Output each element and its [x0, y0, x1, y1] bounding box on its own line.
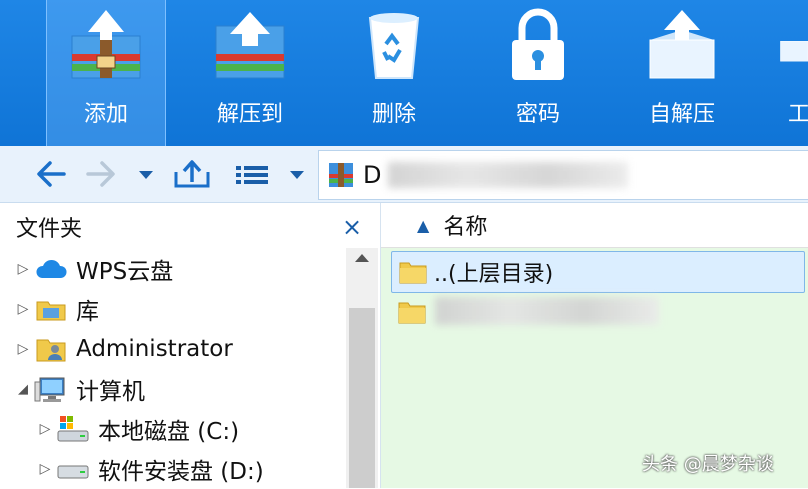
library-icon — [36, 301, 66, 321]
tools-button-label: 工 — [788, 102, 808, 127]
expand-arrow-icon[interactable]: ▷ — [34, 421, 56, 437]
folder-panel-header: 文件夹 × — [0, 203, 380, 251]
recycle-bin-icon — [368, 13, 420, 79]
computer-icon — [34, 377, 65, 402]
tools-button[interactable]: 工 — [770, 0, 808, 146]
user-folder-icon — [36, 339, 66, 362]
drive-icon — [57, 465, 89, 479]
tree-item-label: 本地磁盘 (C:) — [98, 419, 240, 445]
history-dropdown-icon[interactable] — [136, 158, 156, 190]
sort-ascending-icon: ▲ — [417, 215, 430, 235]
cloud-icon — [36, 259, 67, 278]
column-header-name[interactable]: ▲ 名称 — [381, 203, 808, 248]
collapse-arrow-icon[interactable]: ◢ — [12, 382, 34, 397]
redacted-filename — [435, 297, 659, 325]
extract-to-button-label: 解压到 — [216, 102, 283, 127]
toolbar: 添加 解压到 删除 密码 自解压 工 — [0, 0, 808, 146]
tree-item-computer[interactable]: ◢ 计算机 — [12, 369, 145, 409]
self-extract-button-label: 自解压 — [648, 102, 715, 127]
expand-arrow-icon[interactable]: ▷ — [34, 461, 56, 477]
address-path: D — [363, 161, 382, 189]
tools-icon — [780, 41, 808, 62]
folder-panel-scrollbar[interactable] — [346, 248, 378, 488]
tree-item-label: WPS云盘 — [76, 259, 174, 285]
file-list: ▲ 名称 ..(上层目录) — [381, 203, 808, 488]
tree-item-library[interactable]: ▷ 库 — [12, 289, 99, 329]
forward-arrow-icon[interactable] — [84, 158, 118, 190]
tree-item-wps-cloud[interactable]: ▷ WPS云盘 — [12, 249, 174, 289]
watermark: 头条 @晨梦杂谈 — [642, 454, 774, 475]
tree-item-label: 库 — [76, 299, 99, 325]
self-extract-icon — [649, 10, 715, 79]
password-button[interactable]: 密码 — [488, 0, 588, 146]
folder-icon — [399, 262, 427, 284]
system-drive-icon — [57, 416, 89, 442]
add-archive-icon — [71, 10, 141, 79]
archive-icon — [329, 163, 353, 187]
extract-to-button[interactable]: 解压到 — [200, 0, 300, 146]
scrollbar-thumb[interactable] — [349, 308, 375, 488]
password-button-label: 密码 — [515, 102, 560, 127]
extract-to-icon — [215, 12, 285, 79]
expand-arrow-icon[interactable]: ▷ — [12, 301, 34, 317]
expand-arrow-icon[interactable]: ▷ — [12, 341, 34, 357]
up-folder-icon[interactable] — [172, 158, 212, 190]
view-dropdown-icon[interactable] — [287, 158, 307, 190]
tree-item-administrator[interactable]: ▷ Administrator — [12, 329, 233, 369]
tree-item-label: 计算机 — [76, 379, 145, 405]
expand-arrow-icon[interactable]: ▷ — [12, 261, 34, 277]
lock-icon — [512, 8, 564, 80]
file-row-parent-directory[interactable]: ..(上层目录) — [391, 251, 805, 293]
view-list-icon[interactable] — [234, 158, 270, 190]
folder-icon — [398, 302, 426, 324]
folder-panel-title: 文件夹 — [16, 217, 83, 242]
column-header-label: 名称 — [443, 215, 488, 240]
self-extract-button[interactable]: 自解压 — [632, 0, 732, 146]
redacted-path — [388, 162, 628, 188]
tree-item-drive-d[interactable]: ▷ 软件安装盘 (D:) — [34, 449, 264, 489]
back-arrow-icon[interactable] — [34, 158, 68, 190]
delete-button[interactable]: 删除 — [344, 0, 444, 146]
folder-panel: 文件夹 × ▷ WPS云盘 ▷ 库 ▷ Administrator ◢ 计算机 … — [0, 203, 381, 488]
add-button-label: 添加 — [83, 102, 128, 127]
close-icon[interactable]: × — [342, 213, 362, 241]
tree-item-drive-c[interactable]: ▷ 本地磁盘 (C:) — [34, 409, 239, 449]
add-button[interactable]: 添加 — [46, 0, 166, 146]
scroll-up-arrow-icon[interactable] — [355, 254, 369, 262]
delete-button-label: 删除 — [371, 102, 416, 127]
file-row-label: ..(上层目录) — [434, 262, 554, 287]
tree-item-label: 软件安装盘 (D:) — [98, 459, 264, 485]
tree-item-label: Administrator — [76, 336, 233, 362]
